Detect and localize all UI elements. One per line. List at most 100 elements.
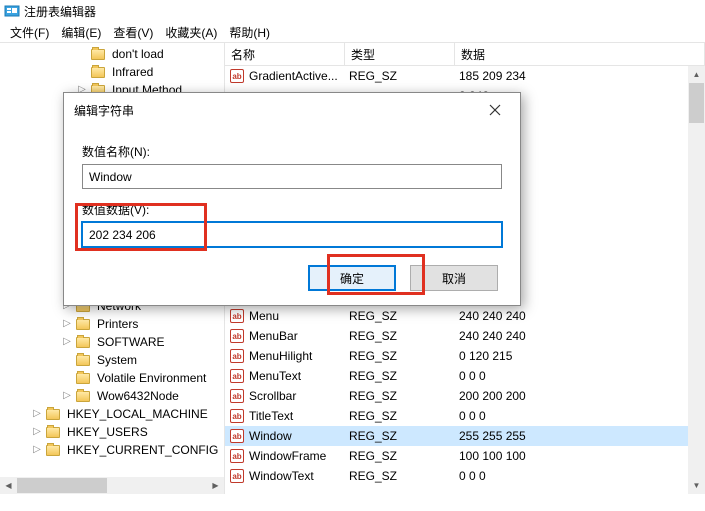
chevron-right-icon[interactable] bbox=[59, 316, 75, 332]
chevron-right-icon bbox=[59, 352, 75, 368]
tree-item[interactable]: Wow6432Node bbox=[0, 387, 224, 405]
cell-data: 0 0 0 bbox=[455, 409, 705, 423]
value-data-label: 数值数据(V): bbox=[82, 201, 502, 218]
cell-type: REG_SZ bbox=[345, 389, 455, 403]
folder-icon bbox=[75, 334, 91, 350]
scroll-left-icon[interactable]: ◀ bbox=[0, 477, 17, 494]
menu-favorites[interactable]: 收藏夹(A) bbox=[159, 22, 223, 43]
close-icon[interactable] bbox=[480, 99, 510, 121]
table-row[interactable]: abMenuTextREG_SZ0 0 0 bbox=[225, 366, 705, 386]
cell-type: REG_SZ bbox=[345, 69, 455, 83]
cell-name: Window bbox=[249, 429, 292, 443]
dialog-titlebar[interactable]: 编辑字符串 bbox=[64, 93, 520, 127]
string-value-icon: ab bbox=[229, 348, 245, 364]
string-value-icon: ab bbox=[229, 388, 245, 404]
cell-data: 200 200 200 bbox=[455, 389, 705, 403]
table-row[interactable]: ab Scrollbar REG_SZ200 200 200 bbox=[225, 386, 705, 406]
scroll-up-icon[interactable]: ▲ bbox=[688, 66, 705, 83]
menu-file[interactable]: 文件(F) bbox=[4, 22, 55, 43]
table-row[interactable]: abMenuBarREG_SZ240 240 240 bbox=[225, 326, 705, 346]
cell-name: Menu bbox=[249, 309, 279, 323]
cell-type: REG_SZ bbox=[345, 409, 455, 423]
folder-icon bbox=[75, 316, 91, 332]
table-row[interactable]: abWindowTextREG_SZ0 0 0 bbox=[225, 466, 705, 486]
cell-type: REG_SZ bbox=[345, 469, 455, 483]
table-row[interactable]: abTitleTextREG_SZ0 0 0 bbox=[225, 406, 705, 426]
col-name-header[interactable]: 名称 bbox=[225, 43, 345, 65]
folder-icon bbox=[75, 370, 91, 386]
string-value-icon: ab bbox=[229, 428, 245, 444]
cell-type: REG_SZ bbox=[345, 369, 455, 383]
tree-item[interactable]: Infrared bbox=[0, 63, 224, 81]
chevron-right-icon[interactable] bbox=[29, 424, 45, 440]
folder-icon bbox=[45, 442, 61, 458]
string-value-icon: ab bbox=[229, 328, 245, 344]
chevron-right-icon bbox=[59, 370, 75, 386]
folder-icon bbox=[45, 406, 61, 422]
chevron-right-icon[interactable] bbox=[59, 334, 75, 350]
col-data-header[interactable]: 数据 bbox=[455, 43, 705, 65]
tree-item-label: System bbox=[94, 352, 140, 368]
cell-type: REG_SZ bbox=[345, 449, 455, 463]
cell-data: 100 100 100 bbox=[455, 449, 705, 463]
ok-button[interactable]: 确定 bbox=[308, 265, 396, 291]
value-data-field[interactable] bbox=[82, 222, 502, 247]
tree-item[interactable]: Volatile Environment bbox=[0, 369, 224, 387]
tree-item[interactable]: HKEY_LOCAL_MACHINE bbox=[0, 405, 224, 423]
string-value-icon: ab bbox=[229, 68, 245, 84]
cell-name: GradientActive... bbox=[249, 69, 338, 83]
tree-hscroll[interactable]: ◀ ▶ bbox=[0, 477, 224, 494]
string-value-icon: ab bbox=[229, 368, 245, 384]
value-name-field[interactable] bbox=[82, 164, 502, 189]
tree-item-label: HKEY_USERS bbox=[64, 424, 151, 440]
cell-type: REG_SZ bbox=[345, 309, 455, 323]
cell-data: 240 240 240 bbox=[455, 309, 705, 323]
string-value-icon: ab bbox=[229, 308, 245, 324]
tree-item[interactable]: System bbox=[0, 351, 224, 369]
scroll-right-icon[interactable]: ▶ bbox=[207, 477, 224, 494]
value-name-label: 数值名称(N): bbox=[82, 143, 502, 160]
window-title: 注册表编辑器 bbox=[24, 3, 96, 20]
cell-name: MenuText bbox=[249, 369, 301, 383]
folder-icon bbox=[75, 388, 91, 404]
chevron-right-icon[interactable] bbox=[59, 388, 75, 404]
tree-item[interactable]: SOFTWARE bbox=[0, 333, 224, 351]
table-row[interactable]: abWindowREG_SZ255 255 255 bbox=[225, 426, 705, 446]
menu-edit[interactable]: 编辑(E) bbox=[55, 22, 107, 43]
tree-item[interactable]: HKEY_CURRENT_CONFIG bbox=[0, 441, 224, 459]
tree-item-label: SOFTWARE bbox=[94, 334, 168, 350]
tree-item-label: Printers bbox=[94, 316, 141, 332]
menubar: 文件(F) 编辑(E) 查看(V) 收藏夹(A) 帮助(H) bbox=[0, 22, 705, 43]
list-vscroll-thumb[interactable] bbox=[689, 83, 704, 123]
scroll-down-icon[interactable]: ▼ bbox=[688, 477, 705, 494]
cell-name: WindowText bbox=[249, 469, 314, 483]
table-row[interactable]: abGradientActive...REG_SZ185 209 234 bbox=[225, 66, 705, 86]
table-row[interactable]: abWindowFrameREG_SZ100 100 100 bbox=[225, 446, 705, 466]
tree-item-label: Wow6432Node bbox=[94, 388, 182, 404]
col-type-header[interactable]: 类型 bbox=[345, 43, 455, 65]
tree-hscroll-thumb[interactable] bbox=[17, 478, 107, 493]
cell-name: MenuHilight bbox=[249, 349, 312, 363]
folder-icon bbox=[75, 352, 91, 368]
tree-item-label: Infrared bbox=[109, 64, 156, 80]
menu-view[interactable]: 查看(V) bbox=[107, 22, 159, 43]
tree-item-label: HKEY_LOCAL_MACHINE bbox=[64, 406, 211, 422]
chevron-right-icon[interactable] bbox=[29, 442, 45, 458]
table-row[interactable]: ab Menu REG_SZ240 240 240 bbox=[225, 306, 705, 326]
tree-item[interactable]: HKEY_USERS bbox=[0, 423, 224, 441]
list-vscroll[interactable]: ▲ ▼ bbox=[688, 66, 705, 494]
table-row[interactable]: abMenuHilightREG_SZ0 120 215 bbox=[225, 346, 705, 366]
tree-item[interactable]: don't load bbox=[0, 45, 224, 63]
chevron-right-icon bbox=[74, 64, 90, 80]
cell-name: WindowFrame bbox=[249, 449, 326, 463]
menu-help[interactable]: 帮助(H) bbox=[223, 22, 276, 43]
cell-data: 240 240 240 bbox=[455, 329, 705, 343]
cell-type: REG_SZ bbox=[345, 349, 455, 363]
tree-item[interactable]: Printers bbox=[0, 315, 224, 333]
folder-icon bbox=[90, 64, 106, 80]
cell-type: REG_SZ bbox=[345, 329, 455, 343]
cancel-button[interactable]: 取消 bbox=[410, 265, 498, 291]
cell-name: Scrollbar bbox=[249, 389, 296, 403]
folder-icon bbox=[90, 46, 106, 62]
chevron-right-icon[interactable] bbox=[29, 406, 45, 422]
